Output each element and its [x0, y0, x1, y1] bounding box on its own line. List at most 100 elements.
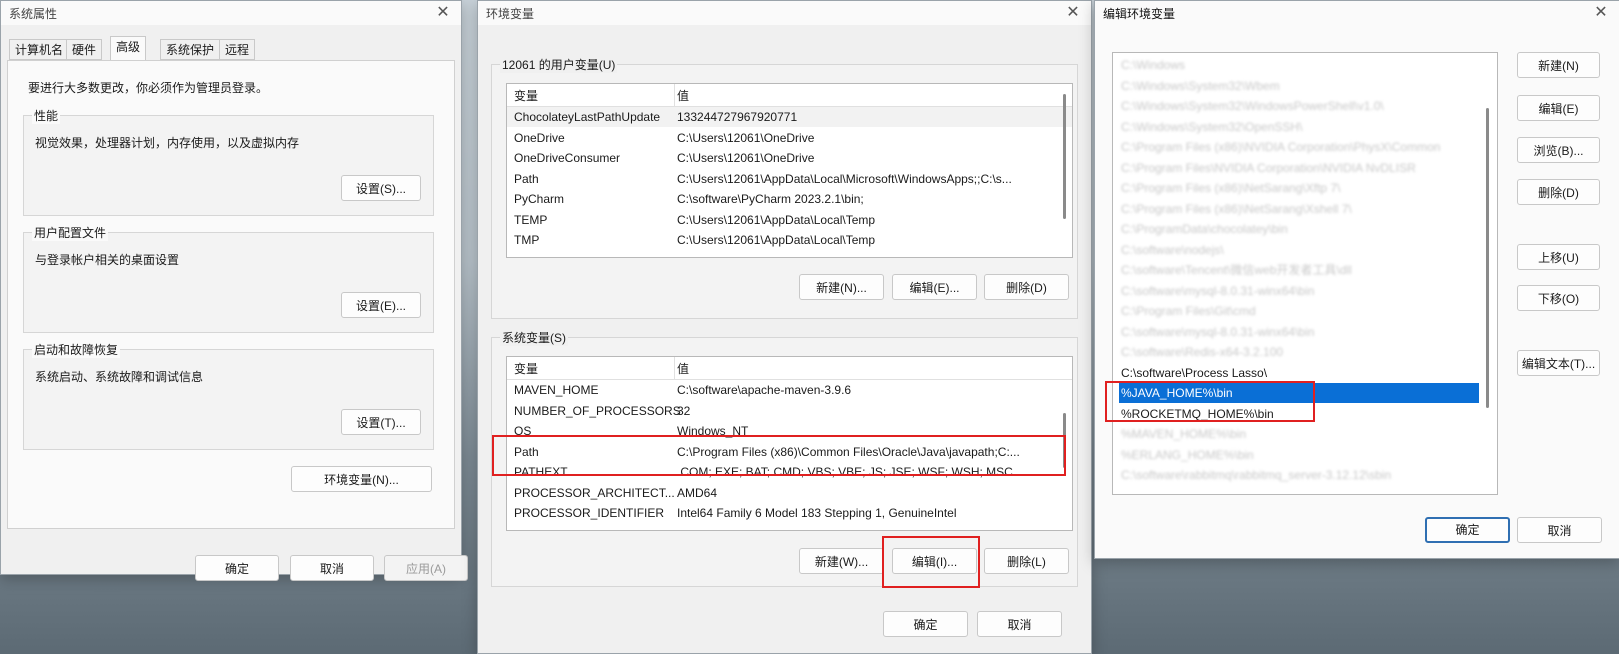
table-row[interactable]: PyCharm C:\software\PyCharm 2023.2.1\bin;: [507, 189, 1072, 209]
user-delete-button[interactable]: 删除(D): [984, 274, 1069, 300]
variable-name: TMP: [514, 233, 540, 247]
path-entry[interactable]: C:\Program Files (x86)\NVIDIA Corporatio…: [1119, 137, 1479, 157]
user-profiles-group: 用户配置文件 与登录帐户相关的桌面设置 设置(E)...: [23, 224, 434, 333]
browse-button[interactable]: 浏览(B)...: [1517, 137, 1600, 163]
variable-value: C:\Users\12061\AppData\Local\Temp: [677, 212, 876, 227]
table-row[interactable]: NUMBER_OF_PROCESSORS 32: [507, 401, 1072, 421]
path-entry[interactable]: C:\Windows\System32\OpenSSH\: [1119, 117, 1479, 137]
table-row[interactable]: TMP C:\Users\12061\AppData\Local\Temp: [507, 230, 1072, 250]
table-row[interactable]: ChocolateyLastPathUpdate 1332447279679207…: [507, 107, 1072, 127]
path-entry[interactable]: %ERLANG_HOME%\bin: [1119, 445, 1479, 465]
close-icon[interactable]: ✕: [1063, 3, 1083, 23]
tab-system-protection[interactable]: 系统保护: [160, 39, 221, 60]
system-delete-button[interactable]: 删除(L): [984, 548, 1069, 574]
edit-button[interactable]: 编辑(E): [1517, 95, 1600, 121]
user-profiles-settings-button[interactable]: 设置(E)...: [341, 292, 421, 318]
ok-button[interactable]: 确定: [1425, 517, 1510, 543]
highlight-path-row: [492, 435, 1066, 476]
startup-recovery-label: 启动和故障恢复: [32, 341, 121, 358]
new-button[interactable]: 新建(N): [1517, 52, 1600, 78]
path-entry[interactable]: C:\Program Files (x86)\NetSarang\Xshell …: [1119, 199, 1479, 219]
table-row[interactable]: OneDriveConsumer C:\Users\12061\OneDrive: [507, 148, 1072, 168]
variable-value: C:\software\apache-maven-3.9.6: [677, 383, 852, 397]
close-icon[interactable]: ✕: [1591, 3, 1611, 23]
variable-name: NUMBER_OF_PROCESSORS: [514, 403, 681, 418]
user-profiles-desc: 与登录帐户相关的桌面设置: [35, 253, 180, 267]
highlight-edit-button: [882, 536, 980, 588]
column-header-value[interactable]: 值: [677, 87, 689, 104]
startup-recovery-group: 启动和故障恢复 系统启动、系统故障和调试信息 设置(T)...: [23, 341, 434, 450]
path-entry[interactable]: C:\Windows: [1119, 55, 1479, 75]
cancel-button[interactable]: 取消: [290, 555, 374, 581]
path-entry[interactable]: C:\software\Process Lasso\: [1119, 363, 1479, 383]
list-header: 变量 值: [507, 84, 1072, 107]
ok-button[interactable]: 确定: [883, 611, 968, 637]
variable-name: MAVEN_HOME: [514, 383, 599, 397]
variable-name: TEMP: [514, 212, 548, 227]
variable-name: PyCharm: [514, 192, 565, 206]
tab-computer-name[interactable]: 计算机名: [9, 39, 70, 60]
tab-remote[interactable]: 远程: [219, 39, 256, 60]
path-entry[interactable]: C:\software\Tencent\微信web开发者工具\dll: [1119, 260, 1479, 280]
scrollbar-thumb[interactable]: [1063, 94, 1066, 219]
path-list[interactable]: C:\Windows C:\Windows\System32\Wbem C:\Win…: [1112, 52, 1498, 495]
apply-button[interactable]: 应用(A): [384, 555, 468, 581]
variable-name: PROCESSOR_IDENTIFIER: [514, 506, 665, 520]
table-row[interactable]: OneDrive C:\Users\12061\OneDrive: [507, 128, 1072, 148]
environment-variables-button[interactable]: 环境变量(N)...: [291, 466, 432, 492]
table-row[interactable]: MAVEN_HOME C:\software\apache-maven-3.9.6: [507, 380, 1072, 400]
window-title: 系统属性: [9, 7, 58, 21]
user-variables-label: 12061 的用户变量(U): [500, 56, 618, 73]
variable-name: ChocolateyLastPathUpdate: [514, 110, 661, 124]
system-new-button[interactable]: 新建(W)...: [799, 548, 884, 574]
move-down-button[interactable]: 下移(O): [1517, 285, 1600, 311]
performance-settings-button[interactable]: 设置(S)...: [341, 175, 421, 201]
user-variables-list[interactable]: 变量 值 ChocolateyLastPathUpdate 13324472796…: [506, 83, 1073, 258]
scrollbar-thumb[interactable]: [1486, 108, 1489, 408]
column-header-variable[interactable]: 变量: [514, 360, 538, 377]
path-entry[interactable]: %MAVEN_HOME%\bin: [1119, 424, 1479, 444]
move-up-button[interactable]: 上移(U): [1517, 244, 1600, 270]
ok-button[interactable]: 确定: [195, 555, 279, 581]
startup-recovery-settings-button[interactable]: 设置(T)...: [341, 409, 421, 435]
table-row[interactable]: PROCESSOR_IDENTIFIER Intel64 Family 6 Mod…: [507, 503, 1072, 523]
table-row[interactable]: Path C:\Users\12061\AppData\Local\Microso…: [507, 169, 1072, 189]
performance-group: 性能 视觉效果，处理器计划，内存使用，以及虚拟内存 设置(S)...: [23, 107, 434, 216]
path-entry[interactable]: C:\Program Files\Git\cmd: [1119, 301, 1479, 321]
path-entry[interactable]: C:\Windows\System32\WindowsPowerShell\v1…: [1119, 96, 1479, 116]
path-entry[interactable]: C:\software\mysql-8.0.31-winx64\bin: [1119, 281, 1479, 301]
edit-text-button[interactable]: 编辑文本(T)...: [1517, 350, 1600, 376]
variable-value: AMD64: [677, 485, 718, 500]
user-edit-button[interactable]: 编辑(E)...: [892, 274, 977, 300]
system-variables-label: 系统变量(S): [500, 329, 568, 346]
tab-panel: 要进行大多数更改，你必须作为管理员登录。 性能 视觉效果，处理器计划，内存使用，…: [7, 60, 455, 529]
user-profiles-label: 用户配置文件: [32, 224, 109, 241]
tab-hardware[interactable]: 硬件: [66, 39, 103, 60]
close-icon[interactable]: ✕: [433, 3, 453, 23]
delete-button[interactable]: 删除(D): [1517, 179, 1600, 205]
path-entry[interactable]: C:\software\nodejs\: [1119, 240, 1479, 260]
path-entry[interactable]: C:\software\Redis-x64-3.2.100: [1119, 342, 1479, 362]
environment-variables-window: 环境变量 ✕ 12061 的用户变量(U) 变量 值 ChocolateyLas…: [477, 0, 1092, 654]
performance-label: 性能: [32, 107, 61, 124]
cancel-button[interactable]: 取消: [977, 611, 1062, 637]
table-row[interactable]: TEMP C:\Users\12061\AppData\Local\Temp: [507, 210, 1072, 230]
variable-value: C:\Users\12061\OneDrive: [677, 130, 815, 145]
variable-value: Intel64 Family 6 Model 183 Stepping 1, G…: [677, 506, 957, 520]
path-entry[interactable]: C:\Program Files (x86)\NetSarang\Xftp 7\: [1119, 178, 1479, 198]
column-header-variable[interactable]: 变量: [514, 87, 538, 104]
path-entry[interactable]: C:\Windows\System32\Wbem: [1119, 76, 1479, 96]
user-new-button[interactable]: 新建(N)...: [799, 274, 884, 300]
window-title: 编辑环境变量: [1103, 7, 1176, 21]
tab-advanced[interactable]: 高级: [110, 36, 147, 61]
path-entry[interactable]: C:\software\rabbitmq\rabbitmq_server-3.1…: [1119, 465, 1479, 485]
admin-note: 要进行大多数更改，你必须作为管理员登录。: [28, 81, 269, 95]
path-entry[interactable]: C:\Program Files\NVIDIA Corporation\NVID…: [1119, 158, 1479, 178]
column-header-value[interactable]: 值: [677, 360, 689, 377]
path-entry[interactable]: C:\software\mysql-8.0.31-winx64\bin: [1119, 322, 1479, 342]
table-row[interactable]: PROCESSOR_ARCHITECT... AMD64: [507, 483, 1072, 503]
variable-value: C:\Users\12061\AppData\Local\Microsoft\W…: [677, 171, 1012, 186]
path-entry[interactable]: C:\ProgramData\chocolatey\bin: [1119, 219, 1479, 239]
cancel-button[interactable]: 取消: [1517, 517, 1602, 543]
variable-name: Path: [514, 171, 539, 186]
